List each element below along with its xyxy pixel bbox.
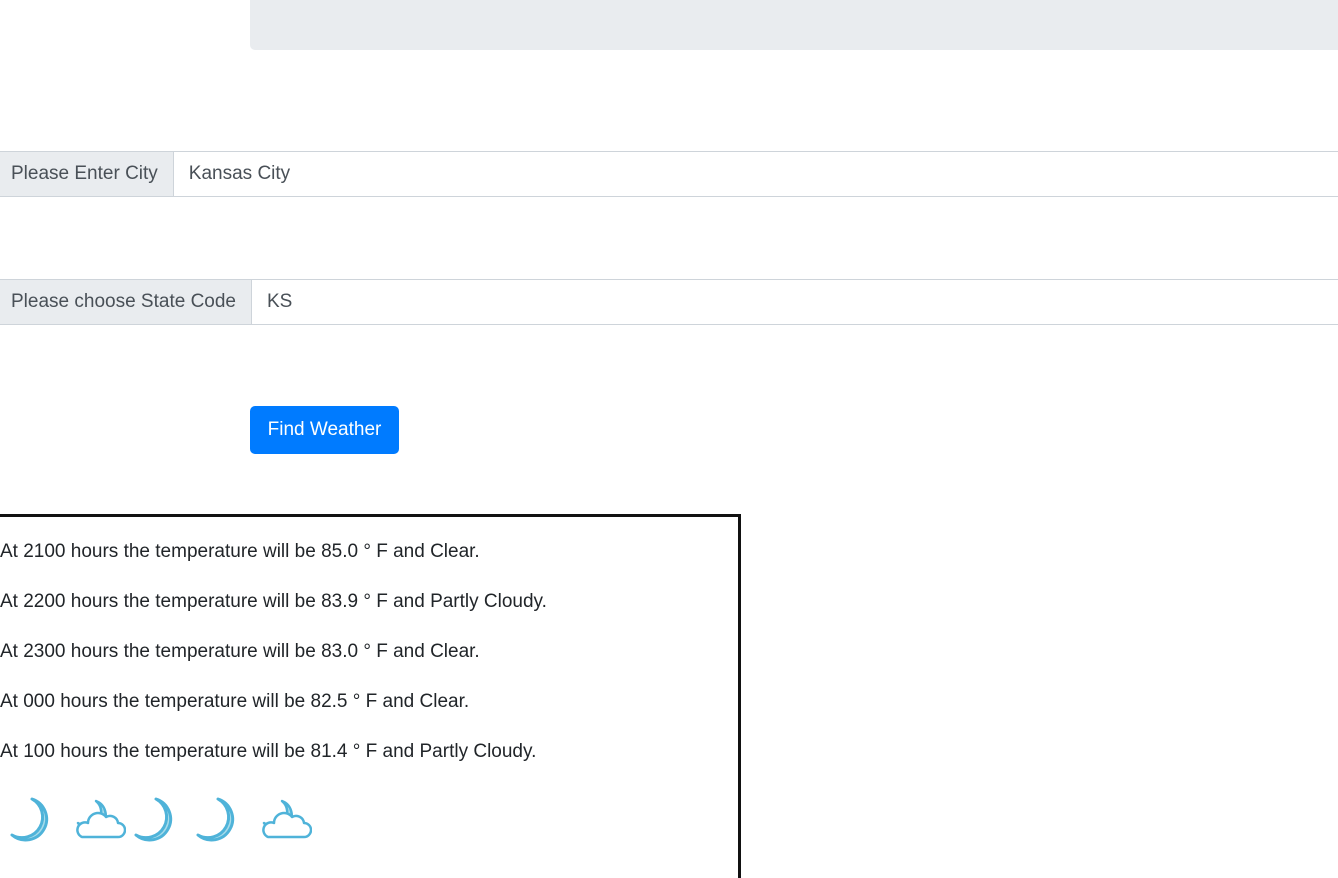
city-label: Please Enter City xyxy=(0,152,174,196)
city-input-group: Please Enter City xyxy=(0,151,1338,197)
partly-cloudy-night-icon xyxy=(76,799,126,839)
moon-icon xyxy=(196,797,235,842)
header-banner xyxy=(250,0,1338,50)
state-select[interactable]: KS xyxy=(252,280,1338,324)
page: Please Enter City Please choose State Co… xyxy=(0,0,1338,878)
forecast-line: At 2300 hours the temperature will be 83… xyxy=(0,641,480,662)
state-label: Please choose State Code xyxy=(0,280,252,324)
weather-icons-row xyxy=(6,795,312,845)
partly-cloudy-night-icon xyxy=(262,799,312,839)
state-input-group: Please choose State Code KS xyxy=(0,279,1338,325)
forecast-line: At 2100 hours the temperature will be 85… xyxy=(0,541,480,562)
forecast-line: At 100 hours the temperature will be 81.… xyxy=(0,741,537,762)
moon-icon xyxy=(134,797,173,842)
forecast-line: At 000 hours the temperature will be 82.… xyxy=(0,691,470,712)
forecast-line: At 2200 hours the temperature will be 83… xyxy=(0,591,547,612)
forecast-panel: At 2100 hours the temperature will be 85… xyxy=(0,514,741,878)
moon-icon xyxy=(10,797,49,842)
city-input[interactable] xyxy=(173,152,1338,196)
find-weather-button[interactable]: Find Weather xyxy=(250,406,399,454)
